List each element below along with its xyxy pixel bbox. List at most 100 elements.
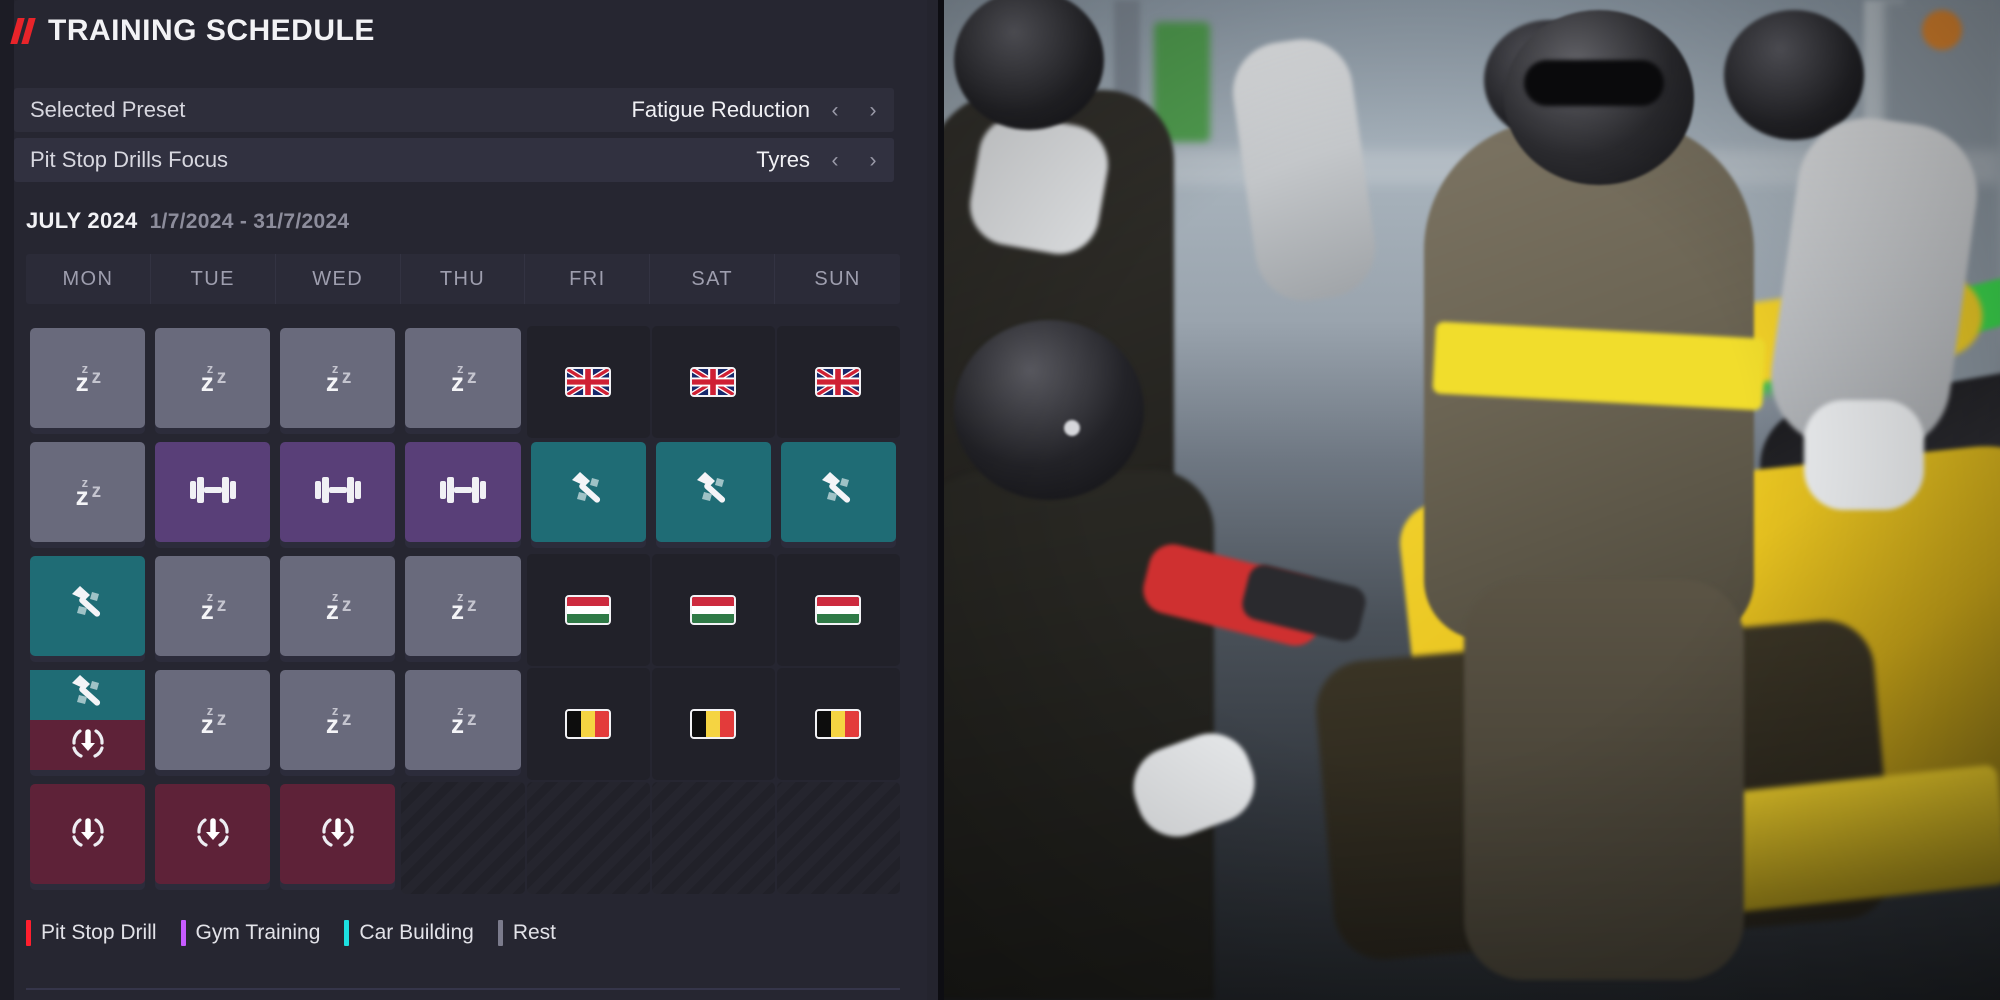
activity-tile-car[interactable] [30, 556, 146, 656]
pit-stop-photo [944, 0, 2000, 1000]
hammer-icon [816, 468, 860, 517]
dumbbell-icon [439, 475, 486, 510]
selected-preset-prev-button[interactable]: ‹ [822, 95, 848, 125]
hammer-icon [691, 468, 735, 517]
activity-tile-pit[interactable] [155, 784, 271, 884]
activity-tile-rest[interactable]: zzz [155, 328, 271, 428]
activity-tile-rest[interactable]: zzz [155, 670, 271, 770]
day-header-sat: SAT [650, 254, 776, 304]
legend-label: Gym Training [195, 921, 321, 944]
calendar-day-cell[interactable] [777, 440, 900, 552]
activity-tile-rest[interactable]: zzz [405, 670, 521, 770]
activity-tile-car[interactable] [655, 442, 771, 542]
activity-tile-rest[interactable]: zzz [280, 670, 396, 770]
calendar-race-day-cell[interactable] [526, 668, 650, 780]
activity-half-car-building[interactable] [30, 670, 146, 720]
selected-preset-next-button[interactable]: › [860, 95, 886, 125]
calendar-race-day-cell[interactable] [776, 554, 900, 666]
legend-item: Car Building [344, 920, 497, 946]
flag-be-icon [815, 709, 862, 739]
flag-gb-icon [565, 367, 612, 397]
legend-color-swatch [497, 920, 503, 946]
zzz-icon: zzz [450, 703, 477, 739]
calendar-day-cell[interactable]: zzz [151, 668, 274, 780]
day-header-wed: WED [276, 254, 401, 304]
activity-tile-rest[interactable]: zzz [280, 556, 396, 656]
calendar-race-day-cell[interactable] [651, 554, 775, 666]
activity-tile-car[interactable] [780, 442, 896, 542]
zzz-icon: zzz [325, 361, 352, 397]
calendar-day-cell[interactable]: zzz [401, 668, 524, 780]
calendar-split-day-cell[interactable] [26, 668, 149, 780]
calendar-day-cell[interactable]: zzz [276, 554, 399, 666]
activity-tile-pit[interactable] [280, 784, 396, 884]
activity-tile-rest[interactable]: zzz [30, 442, 146, 542]
flag-be-icon [690, 709, 737, 739]
legend-item: Pit Stop Drill [26, 920, 181, 946]
calendar-day-cell[interactable]: zzz [401, 326, 524, 438]
hammer-icon [66, 671, 110, 720]
calendar-day-cell[interactable]: zzz [401, 554, 524, 666]
activity-tile-gym[interactable] [155, 442, 271, 542]
panel-header: TRAINING SCHEDULE [10, 14, 375, 48]
calendar-race-day-cell[interactable] [651, 668, 775, 780]
calendar-race-day-cell[interactable] [526, 554, 650, 666]
legend-item: Rest [497, 920, 580, 946]
activity-tile-rest[interactable]: zzz [280, 328, 396, 428]
flag-gb-icon [815, 367, 862, 397]
calendar-day-cell[interactable] [26, 554, 149, 666]
calendar-day-cell[interactable]: zzz [276, 668, 399, 780]
dumbbell-icon [189, 475, 236, 510]
legend-color-swatch [180, 920, 186, 946]
double-slash-icon [10, 18, 36, 44]
activity-tile-rest[interactable]: zzz [405, 328, 521, 428]
flag-hu-icon [815, 595, 862, 625]
selected-preset-row[interactable]: Selected Preset Fatigue Reduction ‹ › [14, 88, 894, 132]
calendar-day-cell[interactable] [276, 440, 399, 552]
calendar-day-cell[interactable] [26, 782, 149, 894]
calendar-day-cell[interactable] [527, 440, 650, 552]
zzz-icon: zzz [75, 475, 102, 511]
zzz-icon: zzz [75, 361, 102, 397]
activity-tile-gym[interactable] [280, 442, 396, 542]
calendar-day-cell[interactable]: zzz [151, 554, 274, 666]
legend: Pit Stop Drill Gym Training Car Building Re… [26, 920, 580, 946]
calendar-day-cell[interactable] [276, 782, 399, 894]
calendar-day-cell[interactable]: zzz [276, 326, 399, 438]
app-root: TRAINING SCHEDULE Selected Preset Fatigu… [0, 0, 2000, 1000]
activity-tile-gym[interactable] [405, 442, 521, 542]
pit-stop-drills-focus-row[interactable]: Pit Stop Drills Focus Tyres ‹ › [14, 138, 894, 182]
calendar-day-cell[interactable] [151, 440, 274, 552]
calendar-day-cell [651, 782, 775, 894]
day-header-thu: THU [401, 254, 526, 304]
calendar-day-cell[interactable]: zzz [26, 326, 149, 438]
activity-tile-car[interactable] [530, 442, 646, 542]
zzz-icon: zzz [450, 361, 477, 397]
calendar-day-headers: MON TUE WED THU FRI SAT SUN [26, 254, 900, 304]
activity-tile-split[interactable] [30, 670, 146, 770]
calendar-day-cell[interactable] [652, 440, 775, 552]
day-header-fri: FRI [525, 254, 651, 304]
panel-divider [26, 988, 900, 990]
activity-tile-rest[interactable]: zzz [30, 328, 146, 428]
activity-half-pit-stop-drill[interactable] [30, 720, 146, 770]
legend-label: Pit Stop Drill [41, 921, 157, 944]
calendar-month-header: JULY 2024 1/7/2024 - 31/7/2024 [26, 208, 349, 234]
calendar-grid: zzz zzz zzz zzz zzz zzz zzz zzz zzz zzz zzz [26, 326, 900, 894]
calendar-day-cell[interactable]: zzz [26, 440, 149, 552]
calendar-race-day-cell[interactable] [651, 326, 775, 438]
pit-stop-drills-focus-prev-button[interactable]: ‹ [822, 145, 848, 175]
calendar-day-cell[interactable] [401, 440, 524, 552]
activity-tile-pit[interactable] [30, 784, 146, 884]
calendar-race-day-cell[interactable] [776, 326, 900, 438]
calendar-race-day-cell[interactable] [526, 326, 650, 438]
calendar-day-cell[interactable] [151, 782, 274, 894]
activity-tile-rest[interactable]: zzz [155, 556, 271, 656]
panel-left-edge [0, 0, 14, 1000]
photo-vignette [944, 0, 2000, 1000]
calendar-day-cell[interactable]: zzz [151, 326, 274, 438]
activity-tile-rest[interactable]: zzz [405, 556, 521, 656]
pit-stop-drills-focus-next-button[interactable]: › [860, 145, 886, 175]
calendar-race-day-cell[interactable] [776, 668, 900, 780]
legend-item: Gym Training [180, 920, 345, 946]
